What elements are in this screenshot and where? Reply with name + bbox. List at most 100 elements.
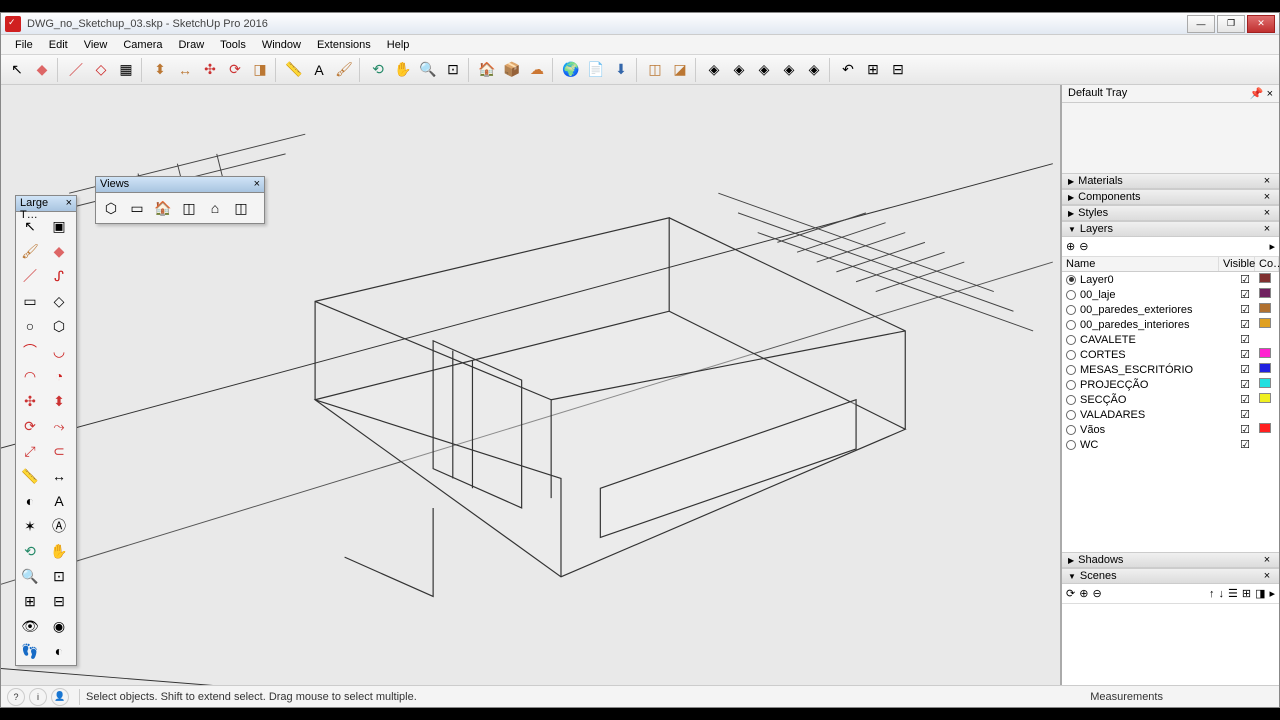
back-view-icon[interactable]: ⌂ [203, 196, 227, 220]
menu-draw[interactable]: Draw [170, 37, 212, 53]
geo-location-icon[interactable]: 🌍 [559, 58, 583, 82]
layer-row[interactable]: 00_paredes_exteriores☑ [1062, 302, 1279, 317]
layer-visible-checkbox[interactable]: ☑ [1231, 378, 1259, 391]
layer-row[interactable]: CAVALETE☑ [1062, 332, 1279, 347]
zoom2-icon[interactable]: 🔍 [18, 564, 42, 588]
pie-icon[interactable]: ◔ [47, 364, 71, 388]
undo-icon[interactable]: ↶ [836, 58, 860, 82]
layer-visible-checkbox[interactable]: ☑ [1231, 348, 1259, 361]
layer-row[interactable]: VALADARES☑ [1062, 407, 1279, 422]
layers-panel-header[interactable]: ▼ Layers × [1062, 221, 1279, 237]
left-view-icon[interactable]: ◫ [229, 196, 253, 220]
orbit-icon[interactable]: ⟲ [366, 58, 390, 82]
tray-pin-icon[interactable]: 📌 × [1250, 87, 1273, 100]
scene-del-icon[interactable]: ⊖ [1092, 587, 1101, 600]
eraser2-icon[interactable]: ◆ [47, 239, 71, 263]
layer-visible-checkbox[interactable]: ☑ [1231, 288, 1259, 301]
layer-color-swatch[interactable] [1259, 273, 1275, 286]
layer-radio[interactable] [1066, 395, 1076, 405]
layer-radio[interactable] [1066, 425, 1076, 435]
arc2-icon[interactable]: ◡ [47, 339, 71, 363]
scene-up-icon[interactable]: ↑ [1209, 588, 1215, 600]
layer-color-swatch[interactable] [1259, 318, 1275, 331]
layer-color-swatch[interactable] [1259, 378, 1275, 391]
axes-icon[interactable]: ✶ [18, 514, 42, 538]
walk-icon[interactable]: 👣 [18, 639, 42, 663]
styles-panel-header[interactable]: ▶ Styles × [1062, 205, 1279, 221]
add-layer-icon[interactable]: ⊕ [1066, 240, 1075, 253]
help-icon[interactable]: ? [7, 688, 25, 706]
3dtext-icon[interactable]: Ⓐ [47, 514, 71, 538]
layer-radio[interactable] [1066, 320, 1076, 330]
menu-tools[interactable]: Tools [212, 37, 254, 53]
layer-radio[interactable] [1066, 440, 1076, 450]
photo-icon[interactable]: 📄 [584, 58, 608, 82]
select-icon[interactable]: ↖ [18, 214, 42, 238]
layer-name[interactable]: Vãos [1080, 424, 1231, 436]
scene-detail-icon[interactable]: ◨ [1255, 587, 1265, 600]
offset2-icon[interactable]: ⊂ [47, 439, 71, 463]
eraser-icon[interactable]: ◆ [30, 58, 54, 82]
layer-color-swatch[interactable] [1259, 303, 1275, 316]
layer-radio[interactable] [1066, 335, 1076, 345]
layer-color-swatch[interactable] [1259, 393, 1275, 406]
info-icon[interactable]: i [29, 688, 47, 706]
circle-icon[interactable]: ○ [18, 314, 42, 338]
arc3-icon[interactable]: ◠ [18, 364, 42, 388]
col-color[interactable]: Co… [1255, 257, 1279, 271]
close-button[interactable]: ✕ [1247, 15, 1275, 33]
layer-radio[interactable] [1066, 365, 1076, 375]
layer-name[interactable]: CAVALETE [1080, 334, 1231, 346]
style5-icon[interactable]: ◈ [802, 58, 826, 82]
layer-visible-checkbox[interactable]: ☑ [1231, 303, 1259, 316]
col-name[interactable]: Name [1062, 257, 1219, 271]
scene-list-icon[interactable]: ☰ [1228, 587, 1238, 600]
scene-grid-icon[interactable]: ⊞ [1242, 587, 1251, 600]
move2-icon[interactable]: ✣ [18, 389, 42, 413]
protractor-icon[interactable]: ◐ [18, 489, 42, 513]
scene-add-icon[interactable]: ⊕ [1079, 587, 1088, 600]
layer-name[interactable]: Layer0 [1080, 274, 1231, 286]
minimize-button[interactable]: — [1187, 15, 1215, 33]
scenes-panel-header[interactable]: ▼ Scenes × [1062, 568, 1279, 584]
layer-visible-checkbox[interactable]: ☑ [1231, 438, 1259, 451]
zoom-extents2-icon[interactable]: ⊞ [18, 589, 42, 613]
tape2-icon[interactable]: 📏 [18, 464, 42, 488]
layer-row[interactable]: PROJECÇÃO☑ [1062, 377, 1279, 392]
panel-x-icon[interactable]: × [1261, 554, 1273, 566]
style4-icon[interactable]: ◈ [777, 58, 801, 82]
panel-x-icon[interactable]: × [1261, 175, 1273, 187]
move-icon[interactable]: ↔ [173, 58, 197, 82]
layer-row[interactable]: 00_laje☑ [1062, 287, 1279, 302]
components-panel-header[interactable]: ▶ Components × [1062, 189, 1279, 205]
views-panel[interactable]: Views × ⬡ ▭ 🏠 ◫ ⌂ ◫ [95, 176, 265, 224]
section-plane-icon[interactable]: ◐ [47, 639, 71, 663]
menu-file[interactable]: File [7, 37, 41, 53]
layer-radio[interactable] [1066, 275, 1076, 285]
layer-row[interactable]: SECÇÃO☑ [1062, 392, 1279, 407]
layer-name[interactable]: 00_paredes_interiores [1080, 319, 1231, 331]
panel-x-icon[interactable]: × [1261, 570, 1273, 582]
position-camera-icon[interactable]: 👁 [18, 614, 42, 638]
maximize-button[interactable]: ❐ [1217, 15, 1245, 33]
panel-close-icon[interactable]: × [66, 197, 72, 210]
rectangle-tool-icon[interactable]: ◇ [89, 58, 113, 82]
previous-view-icon[interactable]: ⊟ [47, 589, 71, 613]
arc-icon[interactable]: ⌒ [18, 339, 42, 363]
make-comp-icon[interactable]: ▣ [47, 214, 71, 238]
layer-row[interactable]: Vãos☑ [1062, 422, 1279, 437]
pan2-icon[interactable]: ✋ [47, 539, 71, 563]
layer-name[interactable]: MESAS_ESCRITÓRIO [1080, 364, 1231, 376]
layer-radio[interactable] [1066, 305, 1076, 315]
line-tool-icon[interactable]: ／ [64, 58, 88, 82]
views-close-icon[interactable]: × [254, 178, 260, 191]
menu-camera[interactable]: Camera [115, 37, 170, 53]
layer-radio[interactable] [1066, 380, 1076, 390]
3d-viewport[interactable] [1, 85, 1061, 685]
layer-color-swatch[interactable] [1259, 423, 1275, 436]
freehand-icon[interactable]: ᔑ [47, 264, 71, 288]
panel-x-icon[interactable]: × [1261, 191, 1273, 203]
layer-visible-checkbox[interactable]: ☑ [1231, 393, 1259, 406]
rect2-icon[interactable]: ▭ [18, 289, 42, 313]
menu-extensions[interactable]: Extensions [309, 37, 379, 53]
